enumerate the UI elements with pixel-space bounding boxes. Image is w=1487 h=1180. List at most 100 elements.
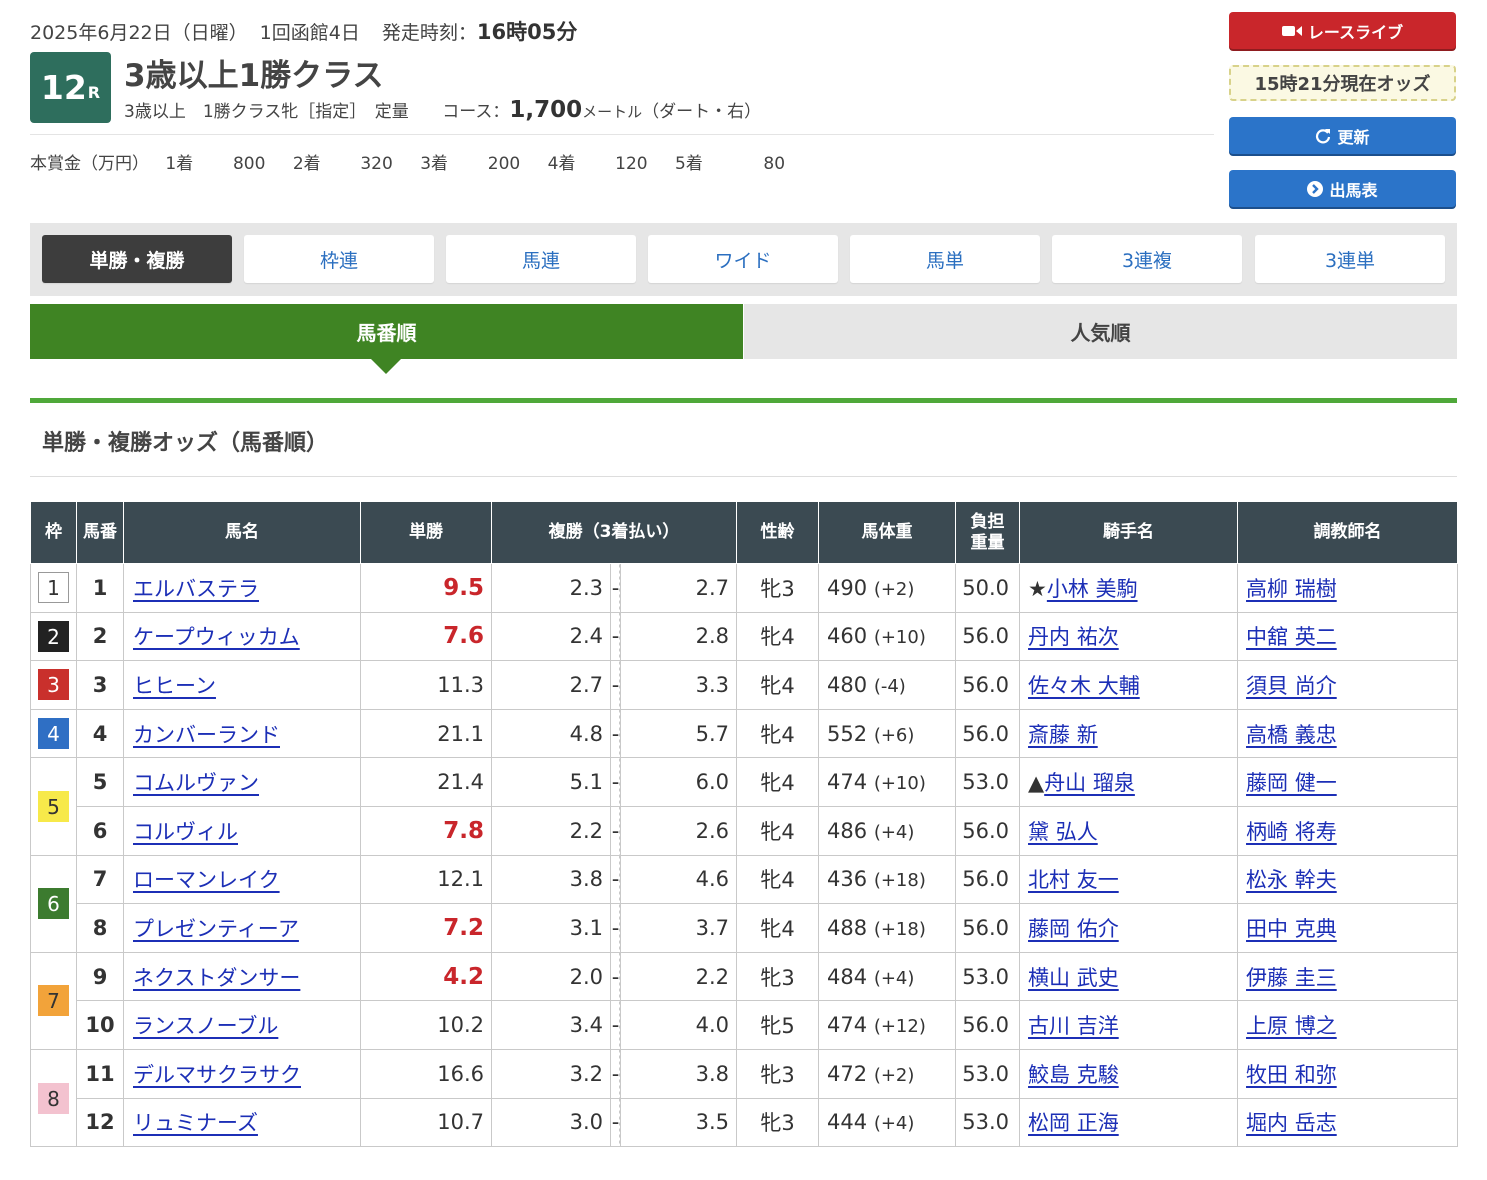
place-odds-min: 3.2 [491, 1048, 611, 1099]
horse-cell: エルバステラ [123, 563, 361, 613]
section-divider [30, 476, 1457, 477]
sex-age-cell: 牝3 [736, 951, 820, 1002]
jockey-name-link[interactable]: 丹内 祐次 [1028, 625, 1119, 649]
umaban-cell: 6 [76, 805, 124, 856]
waku-badge: 8 [38, 1082, 69, 1114]
trainer-cell: 田中 克典 [1237, 903, 1459, 953]
jockey-name-link[interactable]: 鮫島 克駿 [1028, 1063, 1119, 1087]
umaban-cell: 5 [76, 757, 124, 807]
table-row: 5 5 コムルヴァン 21.4 5.1-6.0 牝4 474 (+10) 53.0 ▲舟山 瑠泉… [30, 757, 1459, 856]
tab-quinella[interactable]: 馬連 [446, 235, 636, 283]
header-umaban: 馬番 [76, 501, 124, 564]
horse-name-link[interactable]: ケープウィッカム [133, 625, 300, 649]
trainer-name-link[interactable]: 須貝 尚介 [1246, 674, 1337, 698]
jockey-name-link[interactable]: 舟山 瑠泉 [1044, 771, 1135, 795]
horse-name-link[interactable]: カンバーランド [133, 723, 280, 747]
sex-age-cell: 牝3 [736, 563, 820, 613]
horse-name-link[interactable]: ネクストダンサー [133, 966, 300, 990]
race-class: 3歳以上 1勝クラス牝［指定］ 定量 [124, 102, 409, 122]
jockey-cell: ★小林 美駒 [1019, 563, 1239, 613]
jockey-name-link[interactable]: 斎藤 新 [1028, 723, 1098, 747]
body-weight-cell: 444 (+4) [818, 1097, 957, 1148]
waku-cell: 6 [30, 854, 77, 953]
tab-trio[interactable]: 3連複 [1052, 235, 1242, 283]
update-button[interactable]: 更新 [1229, 117, 1456, 154]
place-odds-separator: - [610, 708, 621, 759]
tab-sort-by-number[interactable]: 馬番順 [30, 304, 743, 359]
trainer-name-link[interactable]: 高柳 瑞樹 [1246, 577, 1337, 601]
trainer-cell: 須貝 尚介 [1237, 660, 1459, 710]
body-weight-diff: (+18) [873, 918, 926, 940]
jockey-name-link[interactable]: 黛 弘人 [1028, 820, 1098, 844]
tab-win-place[interactable]: 単勝・複勝 [42, 235, 232, 283]
header-sex-age: 性齢 [736, 501, 820, 564]
jockey-name-link[interactable]: 藤岡 佑介 [1028, 917, 1119, 941]
horse-name-link[interactable]: ローマンレイク [133, 868, 280, 892]
trainer-name-link[interactable]: 牧田 和弥 [1246, 1063, 1337, 1087]
trainer-name-link[interactable]: 松永 幹夫 [1246, 868, 1337, 892]
active-tab-arrow [371, 359, 401, 374]
horse-name-link[interactable]: エルバステラ [133, 577, 259, 601]
place-odds-max: 3.7 [619, 903, 738, 953]
place-odds-max: 4.6 [619, 854, 738, 905]
sex-age-cell: 牝3 [736, 1048, 820, 1099]
tab-sort-by-popularity[interactable]: 人気順 [744, 304, 1457, 359]
jockey-name-link[interactable]: 北村 友一 [1028, 868, 1119, 892]
load-weight-cell: 56.0 [955, 1000, 1021, 1050]
tab-trifecta[interactable]: 3連単 [1255, 235, 1445, 283]
trainer-name-link[interactable]: 上原 博之 [1246, 1014, 1337, 1038]
sex-age-cell: 牝5 [736, 1000, 820, 1050]
table-row: 6 7 ローマンレイク 12.1 3.8-4.6 牝4 436 (+18) 56.0 北村 友一… [30, 854, 1459, 953]
body-weight-diff: (-4) [873, 675, 906, 697]
horse-name-link[interactable]: デルマサクラサク [133, 1063, 301, 1087]
horse-name-link[interactable]: コムルヴァン [133, 771, 259, 795]
video-camera-icon [1281, 24, 1302, 38]
trainer-name-link[interactable]: 柄崎 将寿 [1246, 820, 1337, 844]
horse-name-link[interactable]: プレゼンティーア [133, 917, 299, 941]
body-weight-diff: (+10) [873, 773, 926, 795]
jockey-name-link[interactable]: 佐々木 大輔 [1028, 674, 1140, 698]
jockey-name-link[interactable]: 横山 武史 [1028, 966, 1119, 990]
horse-name-link[interactable]: リュミナーズ [133, 1111, 258, 1135]
horse-name-link[interactable]: コルヴィル [133, 820, 238, 844]
jockey-cell: 丹内 祐次 [1019, 611, 1239, 662]
trainer-name-link[interactable]: 堀内 岳志 [1246, 1111, 1337, 1135]
prize-amount-4: 120 [615, 154, 648, 174]
prize-place-5: 5着 [675, 154, 703, 174]
body-weight-diff: (+12) [873, 1016, 926, 1038]
trainer-name-link[interactable]: 中舘 英二 [1246, 625, 1337, 649]
horse-name-link[interactable]: ランスノーブル [133, 1014, 278, 1038]
body-weight-cell: 436 (+18) [818, 854, 957, 905]
race-live-button[interactable]: レースライブ [1229, 12, 1456, 49]
table-row: 2 2 ケープウィッカム 7.6 2.4-2.8 牝4 460 (+10) 56.0 丹内 祐次… [30, 611, 1459, 662]
jockey-name-link[interactable]: 古川 吉洋 [1028, 1014, 1119, 1038]
tab-exacta[interactable]: 馬単 [850, 235, 1040, 283]
win-odds-cell: 11.3 [360, 660, 492, 710]
waku-badge: 6 [38, 888, 69, 920]
jockey-name-link[interactable]: 松岡 正海 [1028, 1111, 1119, 1135]
race-number-badge: 12 R [30, 52, 111, 123]
trainer-cell: 藤岡 健一 [1237, 757, 1459, 807]
horse-name-link[interactable]: ヒヒーン [133, 674, 216, 698]
race-card-label: 出馬表 [1329, 180, 1378, 200]
tab-wide[interactable]: ワイド [648, 235, 838, 283]
umaban-cell: 9 [76, 951, 124, 1002]
place-odds-separator: - [610, 660, 621, 710]
tab-bracket-quinella[interactable]: 枠連 [244, 235, 434, 283]
trainer-name-link[interactable]: 高橋 義忠 [1246, 723, 1337, 747]
trainer-name-link[interactable]: 伊藤 圭三 [1246, 966, 1337, 990]
race-card-button[interactable]: 出馬表 [1229, 170, 1456, 207]
trainer-name-link[interactable]: 田中 克典 [1246, 917, 1337, 941]
trainer-name-link[interactable]: 藤岡 健一 [1246, 771, 1337, 795]
body-weight: 484 [827, 964, 868, 989]
jockey-cell: 黛 弘人 [1019, 805, 1239, 856]
waku-cell: 8 [30, 1048, 77, 1148]
place-odds-separator: - [610, 611, 621, 662]
table-row: 8 プレゼンティーア 7.2 3.1-3.7 牝4 488 (+18) 56.0 藤岡 佑介田… [31, 903, 1459, 953]
trainer-cell: 高橋 義忠 [1237, 708, 1459, 759]
waku-badge: 5 [38, 790, 69, 822]
body-weight-cell: 474 (+10) [818, 757, 957, 807]
table-header-row: 枠 馬番 馬名 単勝 複勝（3着払い） 性齢 馬体重 負担 重量 騎手名 調教師名 [30, 501, 1459, 564]
jockey-name-link[interactable]: 小林 美駒 [1047, 577, 1138, 601]
jockey-cell: ▲舟山 瑠泉 [1019, 757, 1239, 807]
